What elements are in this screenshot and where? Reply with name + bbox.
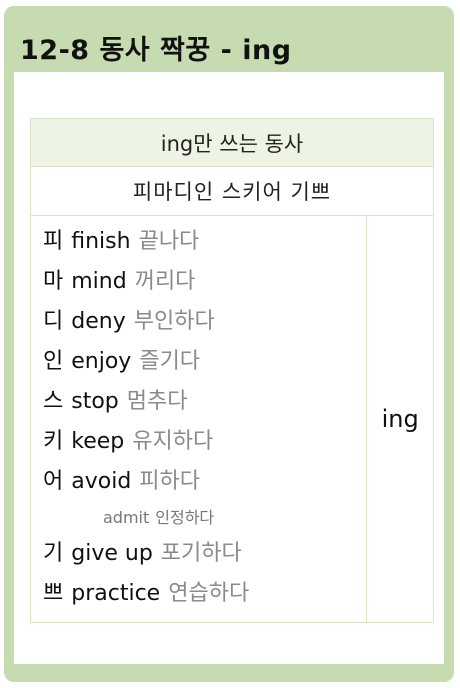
list-item: 어 avoid 피하다	[43, 469, 201, 494]
content-panel: ing만 쓰는 동사 피마디인 스키어 기쁘 피 finish 끝나다 마 mind 꺼…	[14, 72, 444, 664]
sub-item: admit 인정하다	[103, 508, 215, 527]
list-item: 인 enjoy 즐기다	[43, 349, 201, 374]
mnemonic-row: 피마디인 스키어 기쁘	[30, 166, 434, 216]
list-item: 디 deny 부인하다	[43, 309, 215, 334]
list-item: 피 finish 끝나다	[43, 229, 200, 254]
list-item: 마 mind 꺼리다	[43, 269, 196, 294]
verb-list: 피 finish 끝나다 마 mind 꺼리다 디 deny 부인하다 인 enjoy 즐기다 …	[29, 215, 368, 623]
verb-table: ing만 쓰는 동사 피마디인 스키어 기쁘 피 finish 끝나다 마 mind 꺼…	[29, 118, 434, 623]
card: 12-8 동사 짝꿍 - ing ing만 쓰는 동사 피마디인 스키어 기쁘 …	[4, 6, 454, 682]
list-item: 기 give up 포기하다	[43, 541, 242, 566]
page-title: 12-8 동사 짝꿍 - ing	[20, 35, 292, 66]
result-cell: ing	[366, 215, 434, 623]
list-item: 키 keep 유지하다	[43, 429, 214, 454]
list-item: 쁘 practice 연습하다	[43, 581, 250, 606]
list-item: 스 stop 멈추다	[43, 389, 188, 414]
table-header: ing만 쓰는 동사	[30, 118, 434, 167]
